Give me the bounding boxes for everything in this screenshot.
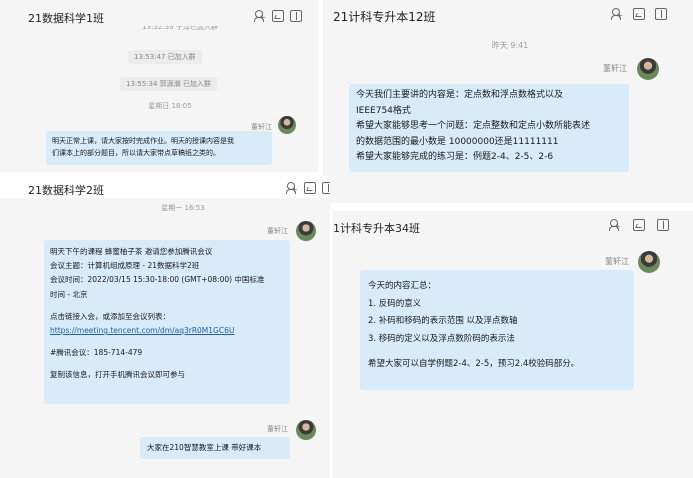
title-icons: +	[254, 10, 302, 22]
add-member-icon[interactable]: +	[609, 219, 621, 231]
sender-name: 董轩江	[267, 425, 288, 433]
avatar[interactable]	[296, 221, 316, 241]
title-icons: +	[611, 8, 667, 20]
meeting-link[interactable]: https://meeting.tencent.com/dm/aq3rR0M1G…	[50, 324, 284, 338]
message-line: #腾讯会议：185-714-479	[50, 348, 143, 358]
system-message: 13:53:47 已加入群	[128, 50, 202, 64]
message-line: 的数据范围的最小数是 10000000还是11111111	[356, 136, 559, 147]
chat-panel-3: 21数据科学2班 + 星期一 16:53 董轩江 明天下午的课程 蜂蜜柚子茶 邀…	[0, 176, 330, 478]
chat-title: 1计科专升本34班	[333, 222, 420, 235]
title-icons: +	[286, 182, 330, 194]
message-line: IEEE754格式	[356, 105, 411, 116]
window-icon[interactable]	[322, 182, 330, 194]
avatar[interactable]	[296, 420, 316, 440]
chat-panel-4: 1计科专升本34班 + 董轩江 今天的内容汇总： 1. 反码的意义 2. 补码和…	[333, 211, 693, 478]
message-line: 今天我们主要讲的内容是：定点数和浮点数格式以及	[356, 90, 564, 100]
message-bubble[interactable]: 今天我们主要讲的内容是：定点数和浮点数格式以及 IEEE754格式 希望大家能够…	[349, 84, 629, 172]
chat-title: 21数据科学1班	[28, 12, 104, 25]
message-line: 点击链接入会，或添加至会议列表：	[50, 311, 170, 321]
message-line: 大家在210智慧教室上课 带好课本	[147, 443, 262, 452]
chat-title: 21数据科学2班	[28, 184, 104, 197]
message-line: 3. 移码的定义以及浮点数阶码的表示法	[368, 333, 515, 344]
message-line: 时间 - 北京	[50, 289, 88, 299]
sender-name: 董轩江	[603, 64, 627, 73]
message-line: 1. 反码的意义	[368, 298, 422, 309]
timestamp: 星期日 18:05	[148, 102, 192, 110]
timestamp: 昨天 9:41	[491, 41, 529, 50]
chat-panel-2: 21计科专升本12班 + 昨天 9:41 董轩江 今天我们主要讲的内容是：定点数…	[323, 0, 693, 203]
message-line: 复制该信息，打开手机腾讯会议即可参与	[50, 370, 185, 380]
add-member-icon[interactable]: +	[611, 8, 623, 20]
add-member-icon[interactable]: +	[254, 10, 266, 22]
sender-name: 董轩江	[267, 227, 288, 235]
message-bubble[interactable]: 明天正常上课，请大家按时完成作业。明天的授课内容是我 们课本上的部分题目，所以请…	[46, 131, 272, 165]
add-member-icon[interactable]: +	[286, 182, 298, 194]
message-line: 会议时间：2022/03/15 15:30-18:00 (GMT+08:00) …	[50, 275, 265, 285]
timestamp: 星期一 16:53	[161, 204, 205, 212]
message-line: 希望大家能够完成的练习是：例题2-4、2-5、2-6	[356, 152, 554, 162]
window-icon[interactable]	[657, 219, 669, 231]
message-line: 们课本上的部分题目，所以请大家带点草稿纸之类的。	[52, 149, 220, 157]
message-line: 明天下午的课程 蜂蜜柚子茶 邀请您参加腾讯会议	[50, 247, 213, 256]
chat-panel-1: 21数据科学1班 + 13:52:39 于淳已加入群 13:53:47 已加入群…	[0, 0, 318, 172]
avatar[interactable]	[278, 116, 296, 134]
message-line: 希望大家可以自学例题2-4、2-5，预习2.4校验码部分。	[368, 359, 580, 369]
message-line: 明天正常上课，请大家按时完成作业。明天的授课内容是我	[52, 137, 234, 145]
message-bubble[interactable]: 大家在210智慧教室上课 带好课本	[140, 437, 290, 459]
system-message: 13:52:39 于淳已加入群	[142, 26, 218, 31]
message-bubble[interactable]: 明天下午的课程 蜂蜜柚子茶 邀请您参加腾讯会议 会议主题：计算机组成原理 - 2…	[44, 240, 290, 404]
sender-name: 董轩江	[605, 257, 629, 266]
message-line: 希望大家能够思考一个问题：定点整数和定点小数所能表述	[356, 121, 591, 131]
image-icon[interactable]	[272, 10, 284, 22]
message-line: 2. 补码和移码的表示范围 以及浮点数轴	[368, 316, 518, 326]
message-line: 今天的内容汇总：	[368, 281, 437, 291]
image-icon[interactable]	[304, 182, 316, 194]
title-icons: +	[609, 219, 669, 231]
message-line: 会议主题：计算机组成原理 - 21数据科学2班	[50, 261, 200, 271]
window-icon[interactable]	[655, 8, 667, 20]
chat-title: 21计科专升本12班	[333, 10, 436, 24]
system-message: 13:55:34 郭源潮 已加入群	[120, 77, 217, 91]
image-icon[interactable]	[633, 219, 645, 231]
window-icon[interactable]	[290, 10, 302, 22]
message-bubble[interactable]: 今天的内容汇总： 1. 反码的意义 2. 补码和移码的表示范围 以及浮点数轴 3…	[360, 270, 634, 390]
image-icon[interactable]	[633, 8, 645, 20]
avatar[interactable]	[637, 58, 659, 80]
avatar[interactable]	[638, 251, 660, 273]
